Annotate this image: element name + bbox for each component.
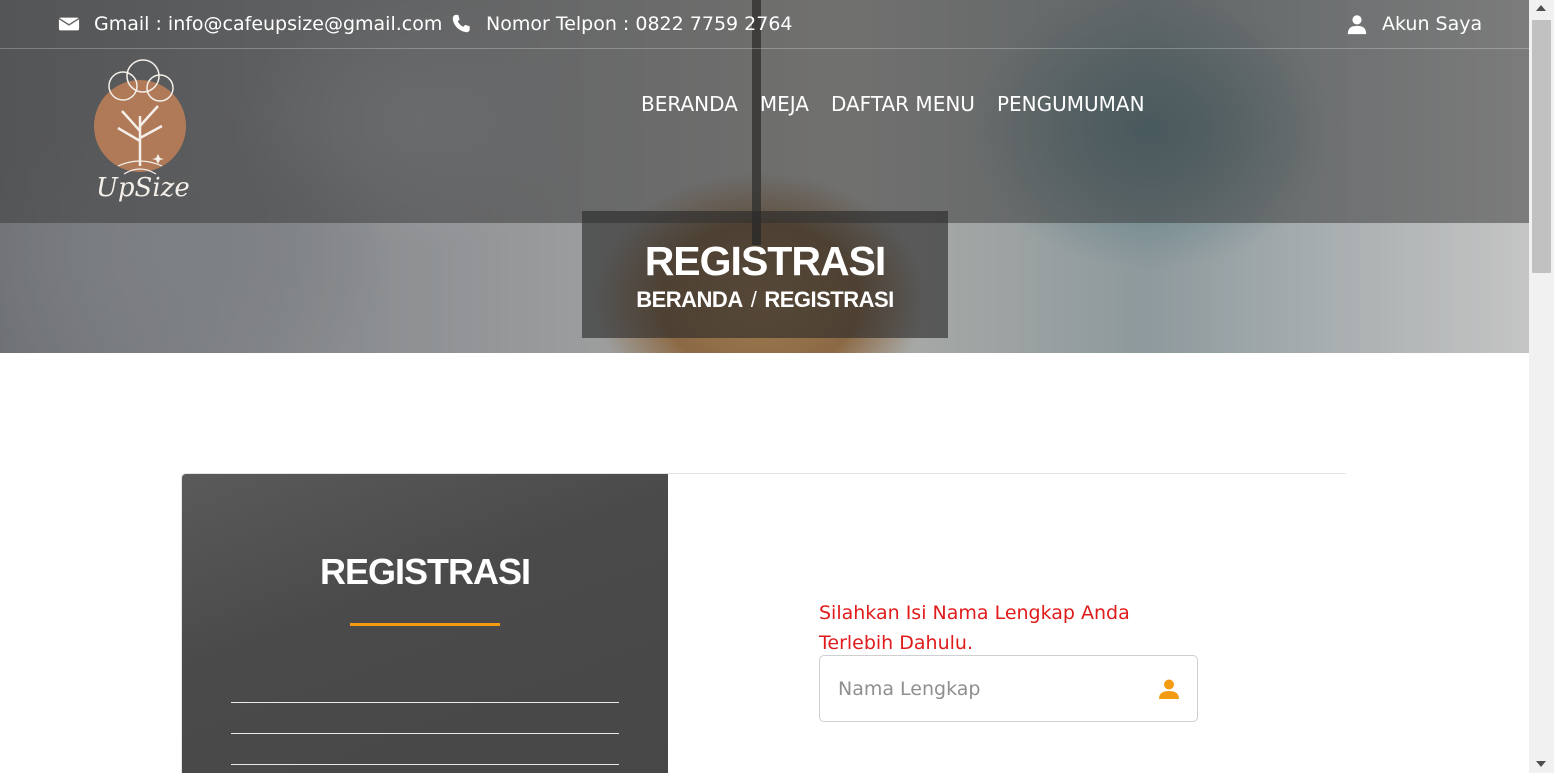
form-hint: Silahkan Isi Nama Lengkap Anda Terlebih …: [819, 602, 1130, 654]
user-icon: [1159, 679, 1179, 699]
nav-item-beranda[interactable]: BERANDA: [641, 92, 738, 116]
site-logo[interactable]: UpSize: [88, 56, 198, 214]
svg-text:UpSize: UpSize: [96, 173, 190, 203]
registration-form: Silahkan Isi Nama Lengkap Anda Terlebih …: [668, 474, 1348, 773]
account-label: Akun Saya: [1382, 13, 1483, 35]
page-title-box: REGISTRASI BERANDA / REGISTRASI: [582, 211, 948, 338]
page: Gmail : info@cafeupsize@gmail.com Nomor …: [0, 0, 1529, 773]
breadcrumb-current: REGISTRASI: [764, 287, 894, 312]
scroll-down-arrow-icon[interactable]: [1536, 761, 1546, 767]
tree-logo-icon: UpSize: [94, 59, 190, 203]
scrollbar-thumb[interactable]: [1532, 20, 1551, 273]
nav-item-pengumuman[interactable]: PENGUMUMAN: [997, 92, 1145, 116]
registration-side-panel: REGISTRASI: [182, 474, 668, 773]
top-bar: Gmail : info@cafeupsize@gmail.com Nomor …: [0, 0, 1529, 49]
page-scrollbar[interactable]: [1529, 0, 1554, 773]
full-name-input[interactable]: [838, 656, 1148, 721]
account-link[interactable]: Akun Saya: [1346, 13, 1482, 35]
divider: [231, 733, 619, 734]
divider: [231, 764, 619, 765]
phone-icon: [452, 14, 470, 33]
phone-contact[interactable]: Nomor Telpon : 0822 7759 2764: [450, 13, 793, 35]
phone-label: Nomor Telpon : 0822 7759 2764: [486, 13, 793, 35]
user-icon: [1347, 15, 1367, 35]
nav-item-daftar-menu[interactable]: DAFTAR MENU: [831, 92, 975, 116]
registration-card: REGISTRASI Silahkan Isi Nama Lengkap And…: [181, 473, 1348, 773]
full-name-field[interactable]: [819, 655, 1198, 722]
breadcrumb-home[interactable]: BERANDA: [636, 287, 743, 312]
envelope-icon: [58, 17, 80, 31]
divider: [231, 702, 619, 703]
title-underline: [350, 623, 500, 626]
scroll-up-arrow-icon[interactable]: [1536, 5, 1546, 11]
page-title: REGISTRASI: [644, 238, 887, 284]
email-label: Gmail : info@cafeupsize@gmail.com: [94, 13, 443, 35]
main-nav: BERANDA MEJA DAFTAR MENU PENGUMUMAN: [641, 92, 1145, 116]
nav-item-meja[interactable]: MEJA: [760, 92, 809, 116]
panel-title: REGISTRASI: [319, 551, 531, 592]
email-contact[interactable]: Gmail : info@cafeupsize@gmail.com: [58, 13, 442, 35]
breadcrumb: BERANDA / REGISTRASI: [582, 287, 948, 313]
breadcrumb-separator: /: [750, 287, 757, 312]
